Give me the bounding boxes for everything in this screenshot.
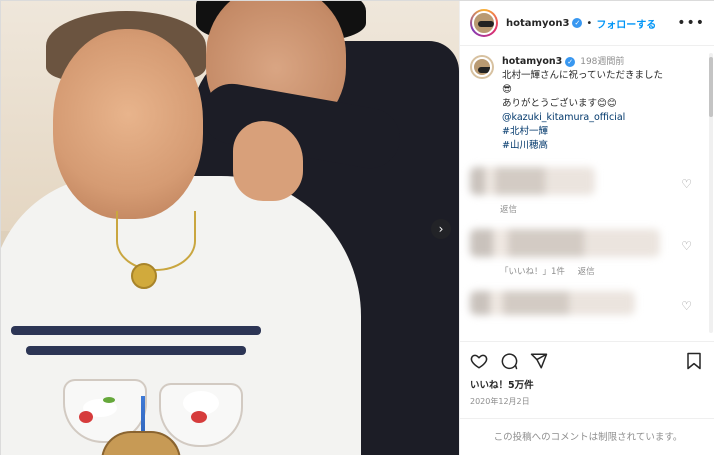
- caption-text-line1: 北村一輝さんに祝っていただきました: [502, 69, 663, 83]
- mention-link[interactable]: @kazuki_kitamura_official: [502, 111, 663, 125]
- mint-leaf: [103, 397, 115, 403]
- post-actions: いいね！5万件 2020年12月2日: [460, 341, 714, 413]
- caption: hotamyon3 ✓ 198週間前 北村一輝さんに祝っていただきました 😎 ありが…: [460, 47, 714, 159]
- thumbs-up-hand: [233, 121, 303, 201]
- verified-badge-icon: ✓: [572, 18, 583, 28]
- post-date[interactable]: 2020年12月2日: [470, 396, 706, 407]
- comments-scrollbar[interactable]: [709, 53, 713, 333]
- post-header: hotamyon3 ✓ • フォローする •••: [460, 1, 714, 46]
- blurred-comment: [470, 291, 635, 315]
- caption-time[interactable]: 198週間前: [580, 57, 624, 67]
- more-icon[interactable]: •••: [677, 15, 705, 31]
- likes-count[interactable]: いいね！5万件: [470, 377, 706, 391]
- caption-header: hotamyon3 ✓ 198週間前: [502, 55, 663, 69]
- gold-necklace: [116, 211, 196, 271]
- tshirt-stripe: [11, 326, 261, 335]
- comment-meta: 「いいね！」1件 返信: [500, 265, 706, 277]
- blurred-comment: [470, 167, 595, 195]
- caption-body: hotamyon3 ✓ 198週間前 北村一輝さんに祝っていただきました 😎 ありが…: [502, 55, 663, 153]
- action-icons: [470, 348, 706, 374]
- instagram-post-embed: › hotamyon3 ✓ • フォローする ••• hotamyon3 ✓ 198…: [0, 0, 714, 455]
- hashtag-link-2[interactable]: #山川穂高: [502, 139, 663, 153]
- comments-restricted-notice: この投稿へのコメントは制限されています。: [460, 418, 714, 455]
- post-side-panel: hotamyon3 ✓ • フォローする ••• hotamyon3 ✓ 198週間…: [459, 1, 714, 455]
- avatar-image: [472, 11, 496, 35]
- comment-heart-icon[interactable]: ♡: [681, 177, 692, 191]
- comment-heart-icon[interactable]: ♡: [681, 299, 692, 313]
- comment-heart-icon[interactable]: ♡: [681, 239, 692, 253]
- caption-text-line2: ありがとうございます😊😊: [502, 98, 617, 109]
- gold-pendant: [131, 263, 157, 289]
- separator-dot: •: [586, 17, 593, 29]
- verified-badge-icon: ✓: [565, 56, 576, 67]
- share-icon[interactable]: [530, 352, 548, 370]
- reply-button[interactable]: 返信: [500, 205, 517, 215]
- blurred-comment: [470, 229, 660, 257]
- bookmark-icon[interactable]: [686, 352, 702, 370]
- reply-button[interactable]: 返信: [578, 267, 595, 277]
- follow-button[interactable]: フォローする: [596, 16, 656, 31]
- caption-username[interactable]: hotamyon3: [502, 56, 562, 67]
- caption-avatar[interactable]: [470, 55, 494, 79]
- comment-icon[interactable]: [500, 352, 518, 370]
- comment-item: ♡: [460, 285, 714, 319]
- avatar[interactable]: [470, 9, 498, 37]
- header-username[interactable]: hotamyon3: [506, 18, 569, 29]
- comments-scroll-area[interactable]: hotamyon3 ✓ 198週間前 北村一輝さんに祝っていただきました 😎 ありが…: [460, 47, 714, 341]
- strawberry: [191, 411, 207, 423]
- avatar-image: [472, 57, 492, 77]
- post-photo[interactable]: ›: [1, 1, 459, 455]
- comment-likes[interactable]: 「いいね！」1件: [500, 267, 565, 277]
- comment-item: ♡ 返信: [460, 161, 714, 219]
- heart-icon[interactable]: [470, 352, 488, 370]
- comment-item: ♡ 「いいね！」1件 返信: [460, 223, 714, 281]
- comment-meta: 返信: [500, 203, 706, 215]
- strawberry: [79, 411, 93, 423]
- next-arrow-icon[interactable]: ›: [431, 219, 451, 239]
- hashtag-link-1[interactable]: #北村一輝: [502, 125, 663, 139]
- tshirt-stripe: [26, 346, 246, 355]
- caption-line1: 北村一輝さんに祝っていただきました: [502, 70, 664, 81]
- caption-emoji-line: 😎: [502, 84, 512, 95]
- man-left-face: [53, 29, 203, 219]
